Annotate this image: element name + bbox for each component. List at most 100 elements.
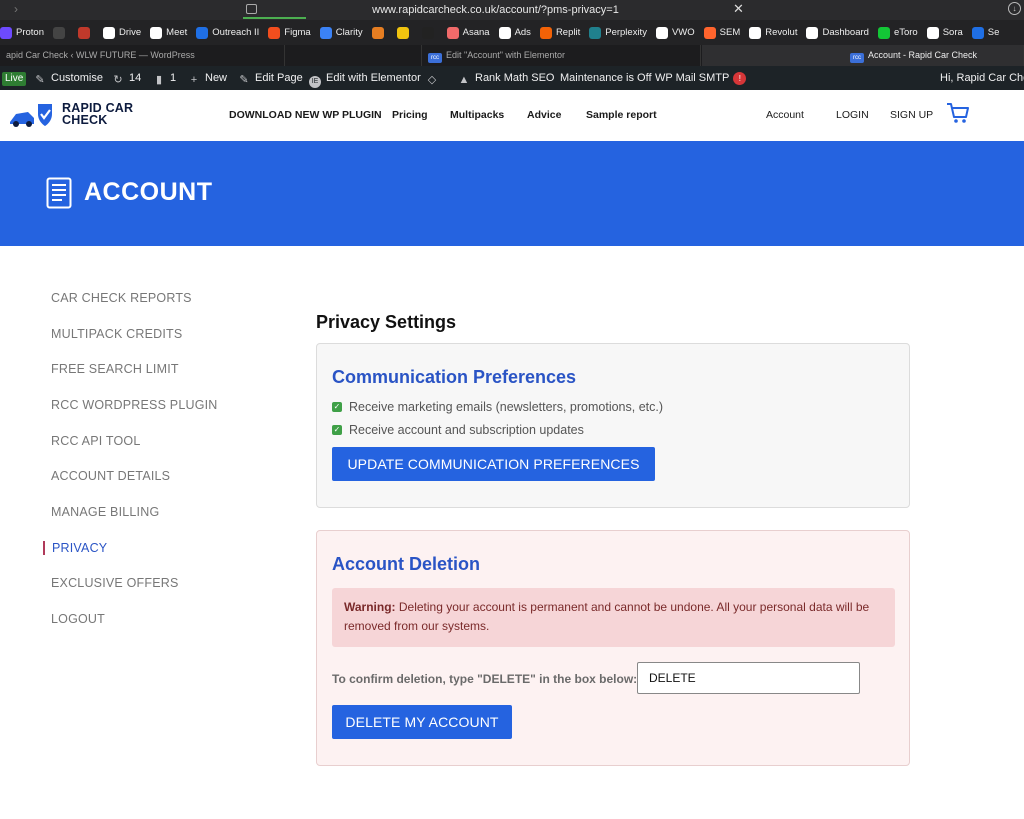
sidebar-item-car-check-reports[interactable]: CAR CHECK REPORTS [51,291,192,305]
tab-label: Edit "Account" with Elementor [446,50,565,60]
sem-icon [703,26,716,39]
sidebar-item-manage-billing[interactable]: MANAGE BILLING [51,505,159,519]
download-icon[interactable]: ↓ [1008,2,1021,15]
diamond-link[interactable]: ◇ [426,66,443,90]
loading-progress-bar [243,17,306,19]
sidebar-item-account-details[interactable]: ACCOUNT DETAILS [51,469,170,483]
sidebar-item-free-search-limit[interactable]: FREE SEARCH LIMIT [51,362,179,376]
sidebar-item-exclusive-offers[interactable]: EXCLUSIVE OFFERS [51,576,179,590]
update-preferences-button[interactable]: UPDATE COMMUNICATION PREFERENCES [332,447,655,481]
square-icon [78,26,90,39]
bookmark-label: Se [987,27,1000,38]
forward-arrow-icon[interactable]: › [14,2,18,16]
edit-page-link[interactable]: ✎ Edit Page [238,66,302,90]
plus-icon: + [190,74,198,86]
address-field[interactable]: www.rapidcarcheck.co.uk/account/?pms-pri… [243,2,748,18]
bookmark-item[interactable]: Outreach II [196,26,259,39]
account-updates-option[interactable]: ✓ Receive account and subscription updat… [332,423,584,437]
elementor-icon: IE [309,76,321,88]
maintenance-link[interactable]: Maintenance is Off [560,66,652,90]
bookmark-item[interactable] [371,26,388,39]
sidebar-item-wordpress-plugin[interactable]: RCC WORDPRESS PLUGIN [51,398,218,412]
elementor-favicon-icon: rcc [428,53,442,63]
elementor-link[interactable]: IE Edit with Elementor [309,66,421,90]
tab-wordpress[interactable]: apid Car Check ‹ WLW FUTURE — WordPress [0,45,285,66]
nav-signup[interactable]: SIGN UP [890,109,933,121]
bookmark-item[interactable]: Ads [498,26,531,39]
bookmark-item[interactable]: Asana [446,26,490,39]
bookmark-item[interactable]: Sora [926,26,963,39]
comments-link[interactable]: ▮ 1 [153,66,176,90]
bookmarks-bar: Proton Drive Meet Outreach II Figma Clarity As… [0,20,1024,45]
proton-icon [0,26,12,39]
bookmark-label: Proton [16,27,44,38]
tab-account[interactable]: rcc Account - Rapid Car Check [702,45,1024,66]
nav-account[interactable]: Account [766,109,804,121]
asana-icon [446,26,459,39]
page-title: ACCOUNT [84,178,213,206]
bookmark-item[interactable]: VWO [655,26,695,39]
site-header: RAPID CAR CHECK DOWNLOAD NEW WP PLUGIN P… [0,90,1024,141]
tab-elementor[interactable]: rcc Edit "Account" with Elementor [421,45,701,66]
marketing-emails-checkbox[interactable]: ✓ [332,402,342,412]
account-updates-checkbox[interactable]: ✓ [332,425,342,435]
replit-icon [539,26,552,39]
nav-advice[interactable]: Advice [527,109,561,121]
bookmark-item[interactable]: Se [971,26,1000,39]
bookmark-item[interactable]: Dashboard [806,26,869,39]
active-indicator [43,541,45,555]
nav-multipacks[interactable]: Multipacks [450,109,504,121]
logo-text-line2: CHECK [62,113,108,127]
bookmark-label: Asana [462,27,490,38]
sidebar-item-multipack-credits[interactable]: MULTIPACK CREDITS [51,327,182,341]
sidebar-item-api-tool[interactable]: RCC API TOOL [51,434,140,448]
updates-link[interactable]: ↻ 14 [112,66,141,90]
bookmark-item[interactable]: Proton [0,26,44,39]
sidebar-item-privacy[interactable]: PRIVACY [52,541,107,555]
bookmark-item[interactable]: Figma [268,26,311,39]
bookmark-label: Meet [166,27,188,38]
site-logo[interactable]: RAPID CAR CHECK [8,100,138,130]
nav-login[interactable]: LOGIN [836,109,869,121]
live-badge: Live [2,66,27,90]
sidebar-item-logout[interactable]: LOGOUT [51,612,105,626]
bookmark-item[interactable] [53,26,69,39]
customise-link[interactable]: ✎ Customise [34,66,103,90]
site-favicon-icon: rcc [850,53,864,63]
bookmark-label: Figma [284,27,311,38]
bookmark-item[interactable]: Meet [150,26,188,39]
confirm-deletion-input[interactable] [637,662,860,694]
rank-math-link[interactable]: ▲ Rank Math SEO [458,66,555,90]
marketing-emails-label: Receive marketing emails (newsletters, p… [349,400,664,414]
new-link[interactable]: + New [188,66,227,90]
bookmark-item[interactable]: Perplexity [589,26,647,39]
deletion-warning: Warning: Deleting your account is perman… [332,588,895,647]
bookmark-label: eToro [893,27,918,38]
nav-pricing[interactable]: Pricing [392,109,428,121]
bookmark-item[interactable] [421,26,438,39]
bookmark-item[interactable]: eToro [877,26,918,39]
refresh-icon: ↻ [113,74,123,86]
marketing-emails-option[interactable]: ✓ Receive marketing emails (newsletters,… [332,400,663,414]
bookmark-item[interactable]: Replit [539,26,580,39]
google-icon [103,26,115,39]
bookmark-item[interactable]: Clarity [319,26,363,39]
document-icon [46,177,72,209]
nav-download-plugin[interactable]: DOWNLOAD NEW WP PLUGIN [229,109,382,121]
bookmark-label: Drive [119,27,142,38]
bookmark-item[interactable] [78,26,94,39]
bookmark-item[interactable] [396,26,413,39]
bookmark-item[interactable]: Revolut [749,26,797,39]
account-deletion-card: Account Deletion Warning: Deleting your … [316,530,910,766]
bookmark-item[interactable]: Drive [103,26,142,39]
smtp-link[interactable]: WP Mail SMTP! [655,66,747,90]
nav-sample-report[interactable]: Sample report [586,109,657,121]
etoro-icon [877,26,890,39]
outreach-icon [196,26,209,39]
account-greeting[interactable]: Hi, Rapid Car Chec [940,66,1024,90]
shopping-cart-icon[interactable] [946,101,970,125]
close-icon[interactable]: ✕ [733,1,744,17]
pencil-icon: ✎ [239,74,249,86]
delete-account-button[interactable]: DELETE MY ACCOUNT [332,705,512,739]
bookmark-item[interactable]: SEM [703,26,740,39]
